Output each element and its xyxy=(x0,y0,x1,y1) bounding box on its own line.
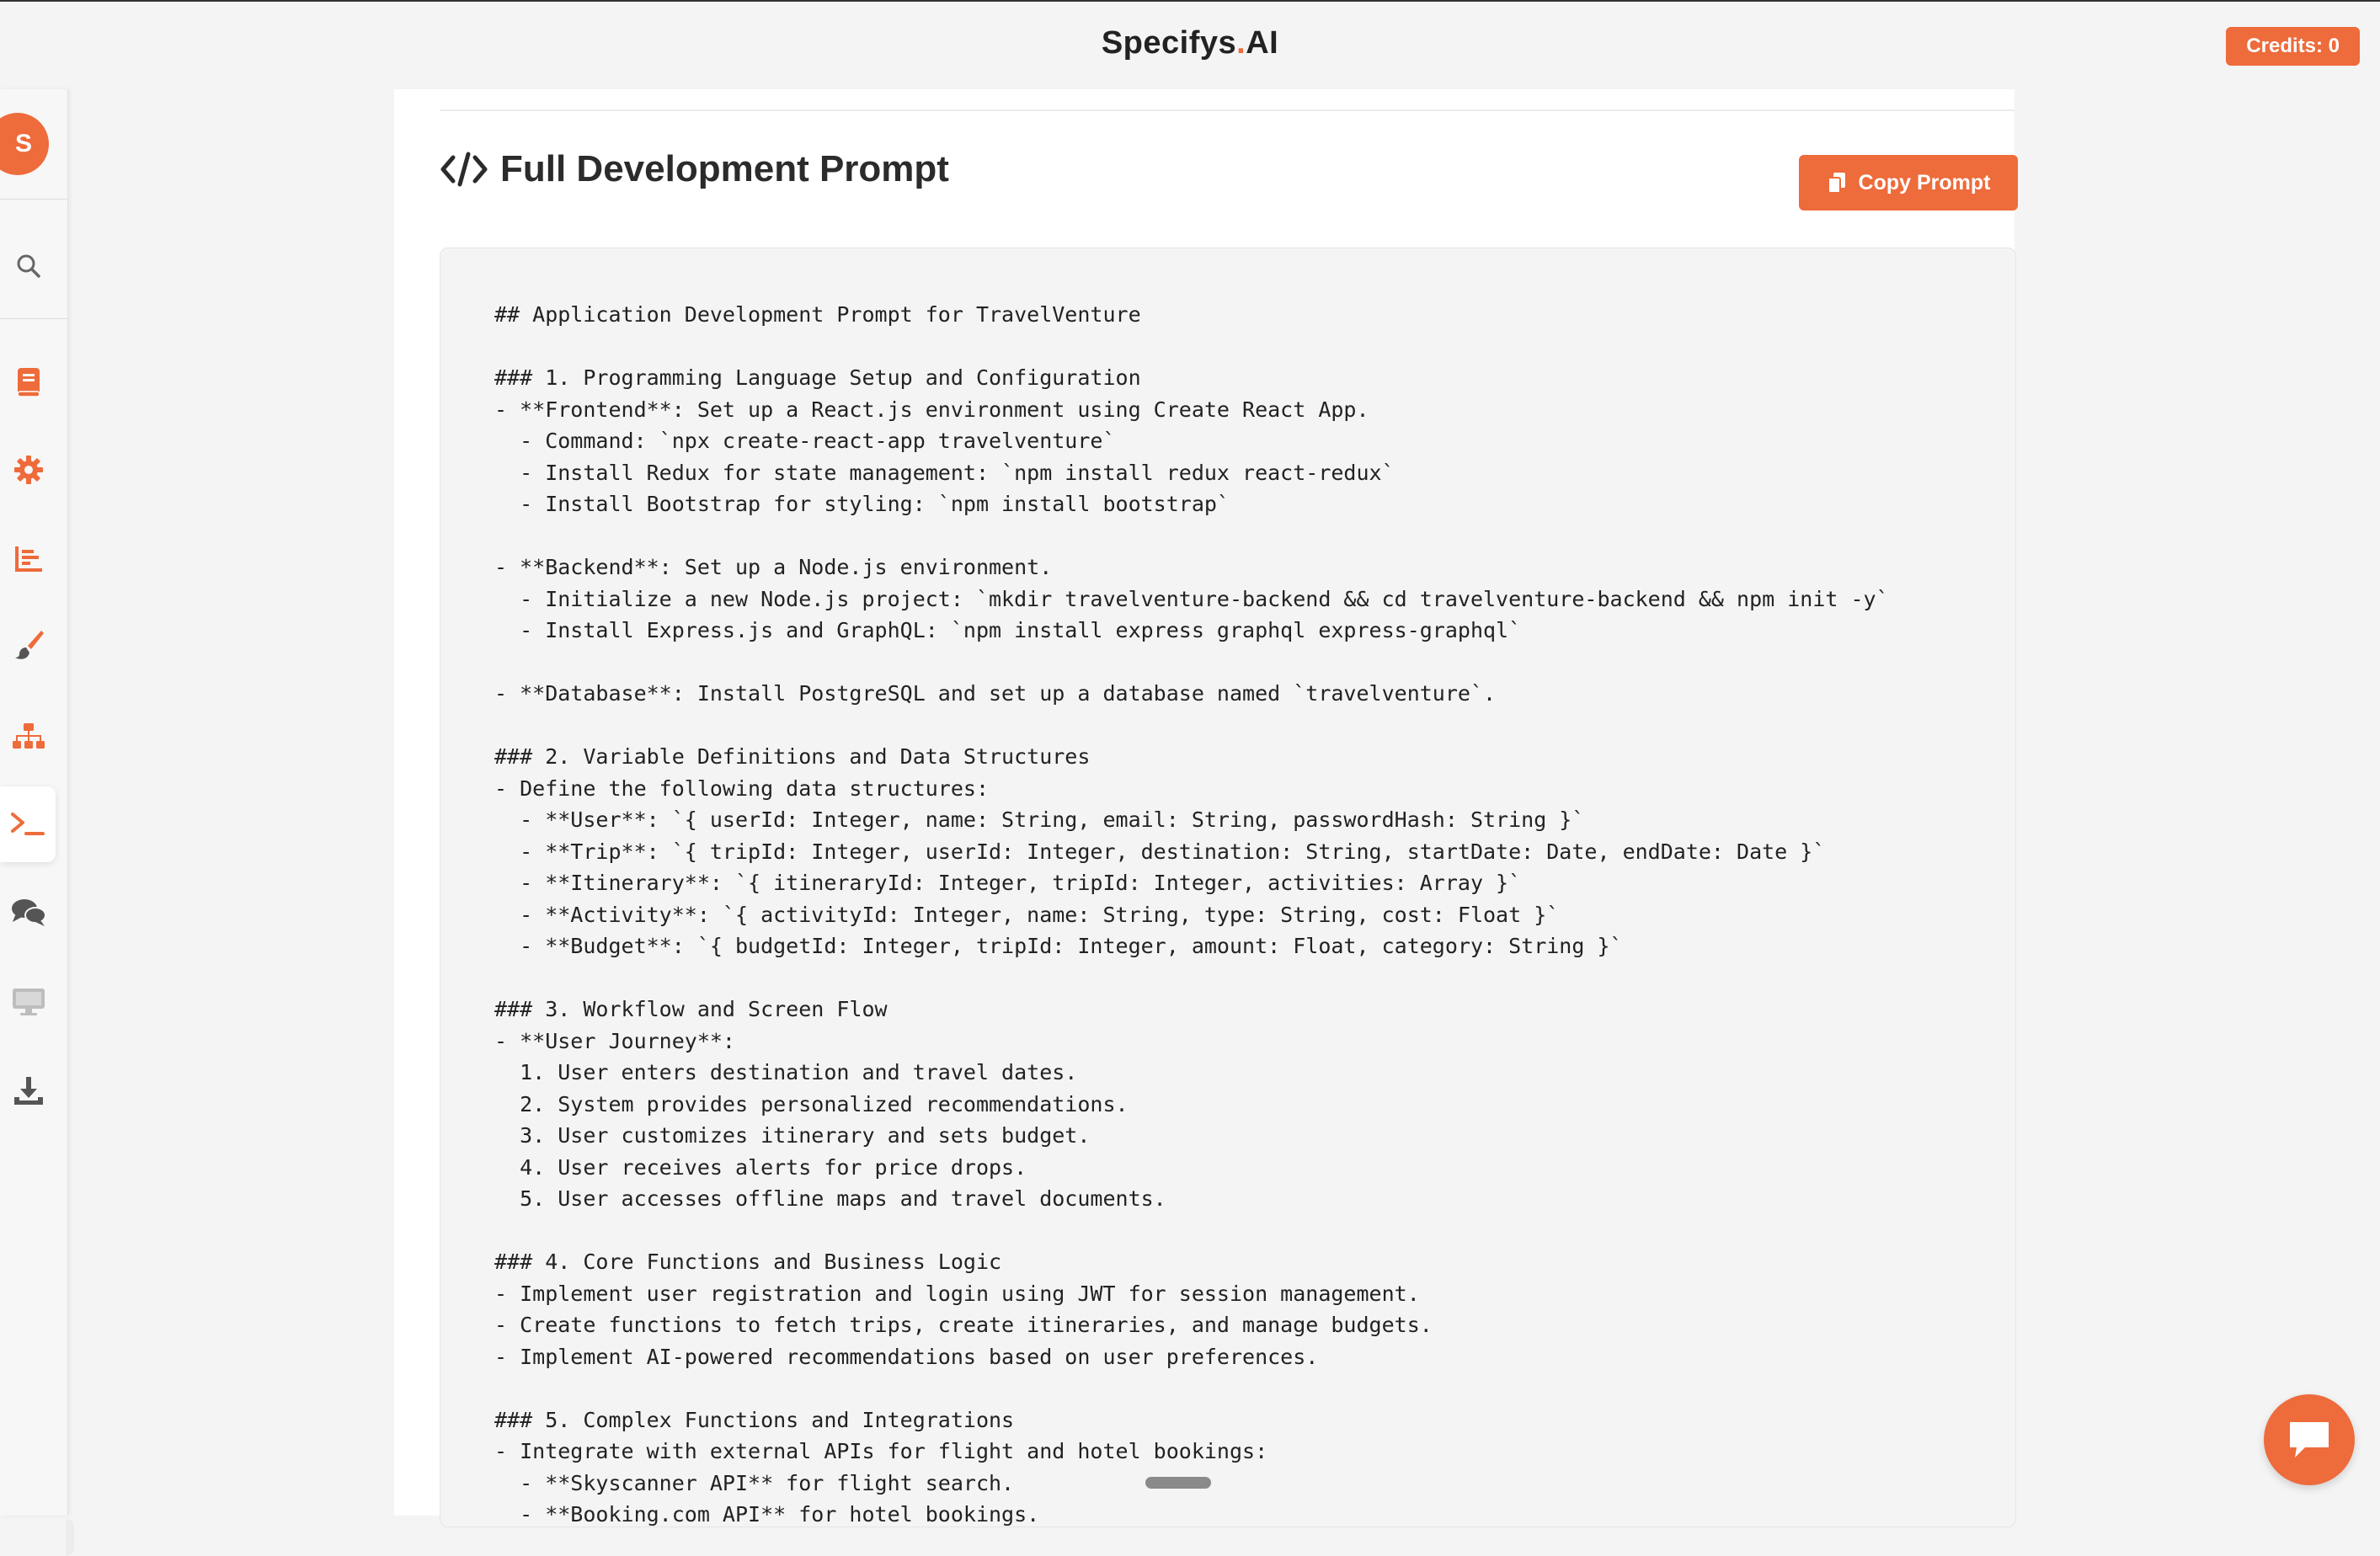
download-icon xyxy=(14,1077,43,1105)
prompt-line: - **Database**: Install PostgreSQL and s… xyxy=(494,681,1497,706)
chat-icon xyxy=(2290,1422,2329,1457)
section-divider xyxy=(440,109,2014,111)
chat-bubbles-icon xyxy=(12,899,46,926)
book-icon xyxy=(17,368,40,397)
prompt-line: - **Itinerary**: `{ itineraryId: Integer… xyxy=(494,871,1522,895)
sidebar-item-preview[interactable] xyxy=(3,977,54,1027)
prompt-line: - **Backend**: Set up a Node.js environm… xyxy=(494,555,1053,579)
prompt-line: ### 1. Programming Language Setup and Co… xyxy=(494,365,1141,390)
avatar[interactable]: S xyxy=(0,113,49,175)
brand-dot: . xyxy=(1236,25,1246,61)
prompt-line: - **Frontend**: Set up a React.js enviro… xyxy=(494,397,1369,422)
sidebar-collapse-handle[interactable] xyxy=(66,1519,74,1556)
prompt-line: 1. User enters destination and travel da… xyxy=(494,1060,1078,1084)
search-icon xyxy=(17,254,40,278)
chat-widget-button[interactable] xyxy=(2264,1394,2355,1485)
prompt-line: - **User**: `{ userId: Integer, name: St… xyxy=(494,807,1585,832)
sidebar-item-download[interactable] xyxy=(3,1066,54,1116)
sidebar-divider xyxy=(0,199,67,200)
prompt-line: - Integrate with external APIs for fligh… xyxy=(494,1439,1268,1463)
bar-chart-icon xyxy=(15,546,42,572)
prompt-line: ### 3. Workflow and Screen Flow xyxy=(494,997,888,1021)
brand-name: Specifys xyxy=(1101,25,1237,61)
prompt-code-block[interactable]: ## Application Development Prompt for Tr… xyxy=(440,248,2016,1527)
code-icon xyxy=(440,152,488,187)
section-header: Full Development Prompt xyxy=(440,148,949,190)
brand-logo[interactable]: Specifys.AI xyxy=(0,25,2380,61)
prompt-line: - Install Express.js and GraphQL: `npm i… xyxy=(494,618,1522,642)
brand-suffix: AI xyxy=(1246,25,1279,61)
scroll-indicator[interactable] xyxy=(1145,1477,1211,1489)
main-panel: Full Development Prompt Copy Prompt ## A… xyxy=(394,89,2018,1527)
prompt-line: - **Activity**: `{ activityId: Integer, … xyxy=(494,902,1560,927)
prompt-line: ## Application Development Prompt for Tr… xyxy=(494,302,1141,327)
prompt-line: - **Trip**: `{ tripId: Integer, userId: … xyxy=(494,839,1826,864)
prompt-text: ## Application Development Prompt for Tr… xyxy=(494,299,1993,1527)
monitor-icon xyxy=(13,988,45,1015)
copy-icon xyxy=(1827,173,1845,194)
gear-icon xyxy=(14,456,43,484)
prompt-line: - Implement user registration and login … xyxy=(494,1281,1420,1306)
sidebar: S xyxy=(0,89,74,1556)
prompt-line: 2. System provides personalized recommen… xyxy=(494,1091,1129,1116)
terminal-icon xyxy=(11,813,45,835)
copy-prompt-button[interactable]: Copy Prompt xyxy=(1799,155,2018,210)
prompt-line: ### 5. Complex Functions and Integration… xyxy=(494,1407,1015,1432)
prompt-line: ### 2. Variable Definitions and Data Str… xyxy=(494,744,1091,769)
prompt-line: 4. User receives alerts for price drops. xyxy=(494,1154,1027,1180)
prompt-line: 5. User accesses offline maps and travel… xyxy=(494,1186,1166,1211)
top-bar: Specifys.AI Credits: 0 xyxy=(0,0,2380,89)
sidebar-item-structure[interactable] xyxy=(3,711,54,761)
prompt-line: - Define the following data structures: xyxy=(494,775,989,801)
prompt-line: - Install Bootstrap for styling: `npm in… xyxy=(494,492,1230,516)
prompt-line: - Implement AI-powered recommendations b… xyxy=(494,1344,1319,1369)
credits-badge[interactable]: Credits: 0 xyxy=(2226,27,2360,66)
prompt-line: - Command: `npx create-react-app travelv… xyxy=(494,429,1116,453)
sidebar-item-design[interactable] xyxy=(3,620,54,670)
sidebar-item-chat[interactable] xyxy=(3,887,54,938)
sidebar-item-docs[interactable] xyxy=(3,357,54,408)
sidebar-item-search[interactable] xyxy=(3,241,54,291)
prompt-line: - **Skyscanner API** for flight search. xyxy=(494,1470,1015,1495)
sidebar-item-settings[interactable] xyxy=(3,445,54,495)
paint-brush-icon xyxy=(15,631,44,659)
sidebar-item-analytics[interactable] xyxy=(3,534,54,584)
copy-prompt-label: Copy Prompt xyxy=(1858,170,1991,194)
sidebar-item-prompt[interactable] xyxy=(0,786,56,862)
prompt-line: - Install Redux for state management: `n… xyxy=(494,460,1395,485)
prompt-line: - Initialize a new Node.js project: `mkd… xyxy=(494,586,1889,611)
prompt-line: - **Booking.com API** for hotel bookings… xyxy=(494,1502,1040,1527)
sitemap-icon xyxy=(13,723,45,749)
prompt-line: - Create functions to fetch trips, creat… xyxy=(494,1313,1433,1337)
prompt-line: - **Budget**: `{ budgetId: Integer, trip… xyxy=(494,934,1623,958)
prompt-line: ### 4. Core Functions and Business Logic xyxy=(494,1250,1002,1274)
prompt-line: 3. User customizes itinerary and sets bu… xyxy=(494,1123,1091,1148)
page-title: Full Development Prompt xyxy=(500,148,949,189)
prompt-line: - **User Journey**: xyxy=(494,1028,735,1053)
sidebar-divider xyxy=(0,318,67,319)
